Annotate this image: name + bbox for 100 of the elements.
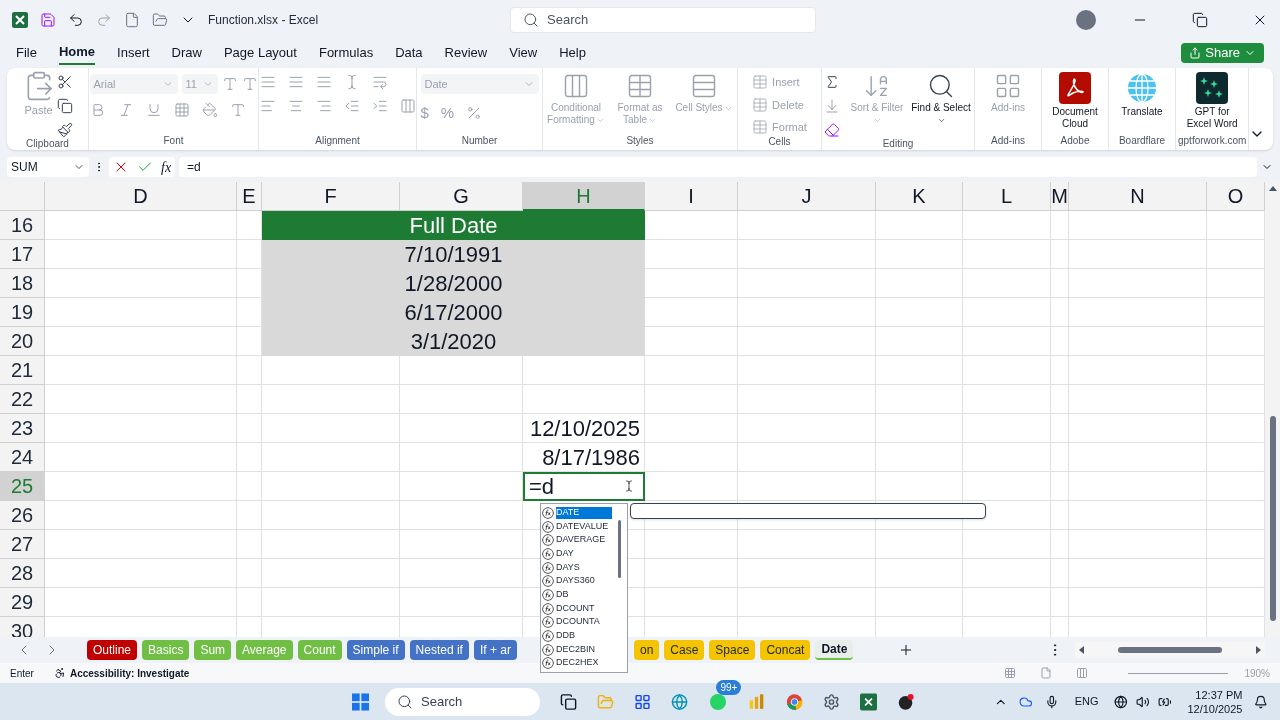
table-cell[interactable] (876, 530, 963, 559)
table-cell[interactable] (963, 472, 1051, 501)
column-header[interactable]: M (1051, 182, 1069, 211)
ribbon-button[interactable]: GPT for Excel Word (1181, 70, 1244, 130)
table-cell[interactable] (400, 530, 523, 559)
table-cell[interactable] (645, 356, 738, 385)
table-cell[interactable] (876, 472, 963, 501)
table-cell[interactable] (1069, 530, 1207, 559)
table-cell[interactable] (45, 385, 237, 414)
table-cell[interactable] (45, 588, 237, 617)
column-header[interactable]: N (1069, 182, 1207, 211)
outdent-icon[interactable] (343, 98, 360, 114)
table-cell[interactable] (645, 414, 738, 443)
table-cell[interactable] (45, 501, 237, 530)
ribbon-tab[interactable]: Help (559, 41, 586, 65)
table-cell[interactable]: 3/1/2020 (262, 327, 645, 356)
autocomplete-item[interactable]: DATE (556, 506, 612, 519)
row-header[interactable]: 21 (0, 356, 45, 385)
ribbon-tab[interactable]: View (509, 41, 538, 65)
font-color-icon[interactable] (229, 102, 246, 118)
sheet-tab[interactable]: on (633, 640, 660, 660)
ribbon-tab[interactable]: Data (395, 41, 423, 65)
save-icon[interactable] (40, 12, 56, 28)
ribbon-button[interactable]: Translate (1111, 70, 1173, 118)
table-cell[interactable] (262, 530, 400, 559)
horizontal-scrollbar[interactable] (1075, 642, 1265, 658)
table-cell[interactable] (45, 414, 237, 443)
indent-icon[interactable] (371, 98, 388, 114)
table-cell[interactable] (237, 443, 262, 472)
table-cell[interactable] (645, 588, 738, 617)
autocomplete-item[interactable]: DAYS360 (556, 575, 612, 588)
table-cell[interactable] (400, 588, 523, 617)
scissors-icon[interactable] (56, 74, 73, 90)
table-cell[interactable]: 7/10/1991 (262, 240, 645, 269)
table-cell[interactable] (1051, 530, 1069, 559)
table-cell[interactable] (645, 385, 738, 414)
settings-icon[interactable] (822, 691, 840, 712)
accessibility-button[interactable]: Accessibility: Investigate (69, 665, 190, 681)
row-header[interactable]: 18 (0, 269, 45, 298)
borders-icon[interactable] (173, 102, 190, 118)
row-header[interactable]: 22 (0, 385, 45, 414)
row-header[interactable]: 25 (0, 472, 45, 501)
table-cell[interactable] (45, 269, 237, 298)
table-cell[interactable]: 6/17/2000 (262, 298, 645, 327)
table-cell[interactable] (963, 559, 1051, 588)
table-cell[interactable] (400, 414, 523, 443)
shrink-font-icon[interactable] (241, 76, 258, 92)
grow-font-icon[interactable] (221, 76, 238, 92)
table-cell[interactable] (237, 559, 262, 588)
table-cell[interactable] (1069, 472, 1207, 501)
fill-icon[interactable] (824, 98, 840, 114)
normal-view-icon[interactable] (1004, 667, 1017, 679)
table-cell[interactable]: 12/10/2025 (523, 414, 645, 443)
align-top-icon[interactable] (259, 74, 276, 90)
autocomplete-item[interactable]: DEC2BIN (556, 643, 612, 656)
table-cell[interactable] (963, 269, 1051, 298)
sheet-tab[interactable]: Concat (760, 640, 811, 660)
name-box[interactable]: SUM (7, 157, 89, 177)
merge-icon[interactable] (399, 98, 416, 114)
underline-icon[interactable] (145, 102, 162, 118)
column-header[interactable]: O (1207, 182, 1265, 211)
sheet-tab[interactable]: Outline (87, 640, 138, 660)
table-cell[interactable] (876, 327, 963, 356)
autocomplete-item[interactable]: DAY (556, 547, 612, 560)
table-cell[interactable] (1069, 211, 1207, 240)
table-cell[interactable] (963, 356, 1051, 385)
table-cell[interactable] (1051, 240, 1069, 269)
ribbon-tab[interactable]: Home (58, 41, 96, 65)
table-cell[interactable] (645, 559, 738, 588)
table-cell[interactable] (738, 472, 876, 501)
sum-icon[interactable] (824, 74, 840, 90)
copy-icon[interactable] (56, 98, 73, 114)
table-cell[interactable] (738, 269, 876, 298)
chat-app-icon[interactable] (708, 691, 729, 712)
table-cell[interactable] (400, 385, 523, 414)
table-cell[interactable] (237, 530, 262, 559)
table-cell[interactable] (1051, 559, 1069, 588)
ribbon-tab[interactable]: Formulas (318, 41, 374, 65)
taskbar-search-field[interactable]: Search (385, 687, 541, 716)
table-cell[interactable] (45, 356, 237, 385)
ribbon-tab[interactable]: Page Layout (223, 41, 297, 65)
column-header[interactable]: I (645, 182, 738, 211)
table-cell[interactable] (963, 530, 1051, 559)
table-cell[interactable] (1051, 588, 1069, 617)
table-cell[interactable] (738, 385, 876, 414)
vertical-scrollbar[interactable] (1265, 182, 1280, 637)
table-cell[interactable] (876, 211, 963, 240)
table-cell[interactable] (400, 356, 523, 385)
microphone-icon[interactable] (1045, 693, 1059, 710)
table-cell[interactable] (262, 443, 400, 472)
table-cell[interactable] (963, 443, 1051, 472)
table-cell[interactable] (1051, 501, 1069, 530)
table-cell[interactable] (45, 472, 237, 501)
autocomplete-item[interactable]: DEC2HEX (556, 657, 612, 670)
autocomplete-item[interactable]: DAYS (556, 561, 612, 574)
table-cell[interactable] (237, 472, 262, 501)
table-cell[interactable] (738, 443, 876, 472)
row-header[interactable]: 27 (0, 530, 45, 559)
table-cell[interactable] (1051, 443, 1069, 472)
table-cell[interactable] (523, 385, 645, 414)
